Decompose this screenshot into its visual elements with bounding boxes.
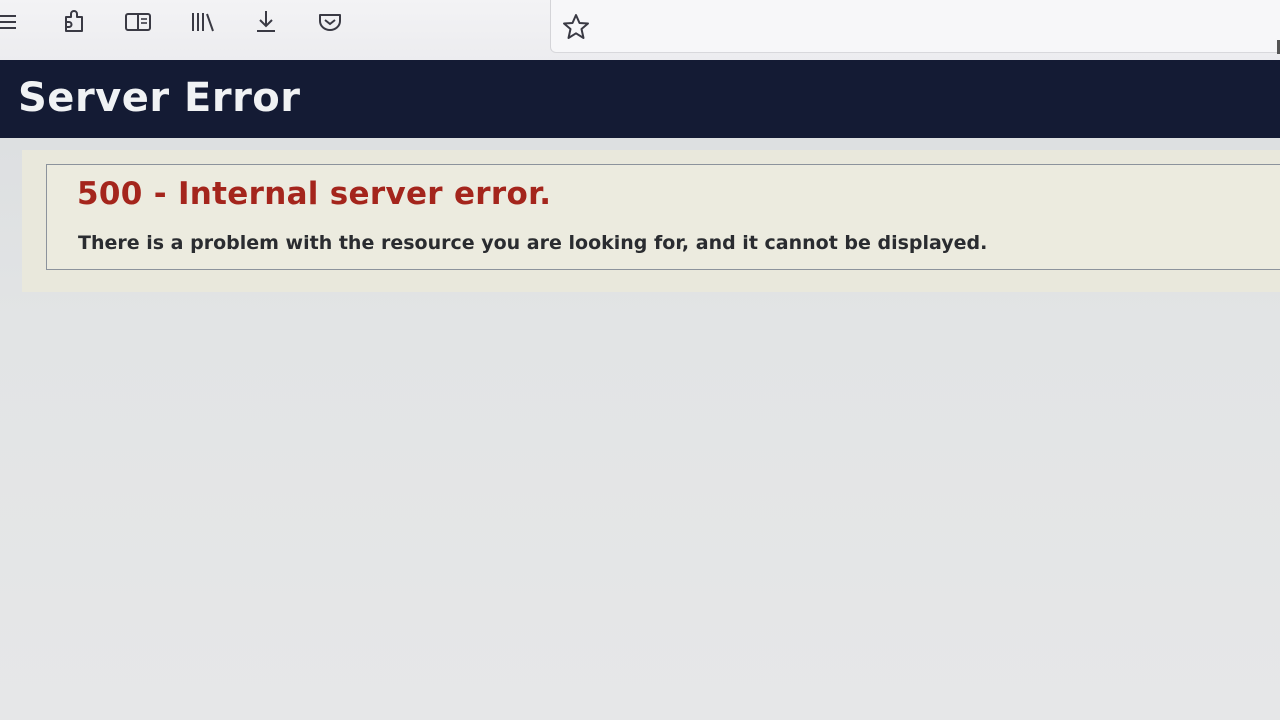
- library-icon[interactable]: [187, 6, 219, 38]
- error-message: There is a problem with the resource you…: [78, 232, 988, 254]
- extensions-icon[interactable]: [58, 6, 90, 38]
- content-area: 500 - Internal server error. There is a …: [22, 150, 1280, 292]
- address-bar[interactable]: [550, 0, 1280, 53]
- browser-toolbar: [0, 0, 1280, 62]
- reader-view-icon[interactable]: [122, 6, 154, 38]
- error-fieldset: 500 - Internal server error. There is a …: [46, 164, 1280, 270]
- header-banner: Server Error: [0, 60, 1280, 138]
- star-icon[interactable]: [560, 11, 592, 43]
- error-heading: 500 - Internal server error.: [77, 176, 552, 212]
- page-title: Server Error: [18, 75, 301, 121]
- menu-icon[interactable]: [0, 6, 24, 38]
- browser-window: Server Error 500 - Internal server error…: [0, 0, 1280, 720]
- downloads-icon[interactable]: [250, 6, 282, 38]
- pocket-icon[interactable]: [314, 6, 346, 38]
